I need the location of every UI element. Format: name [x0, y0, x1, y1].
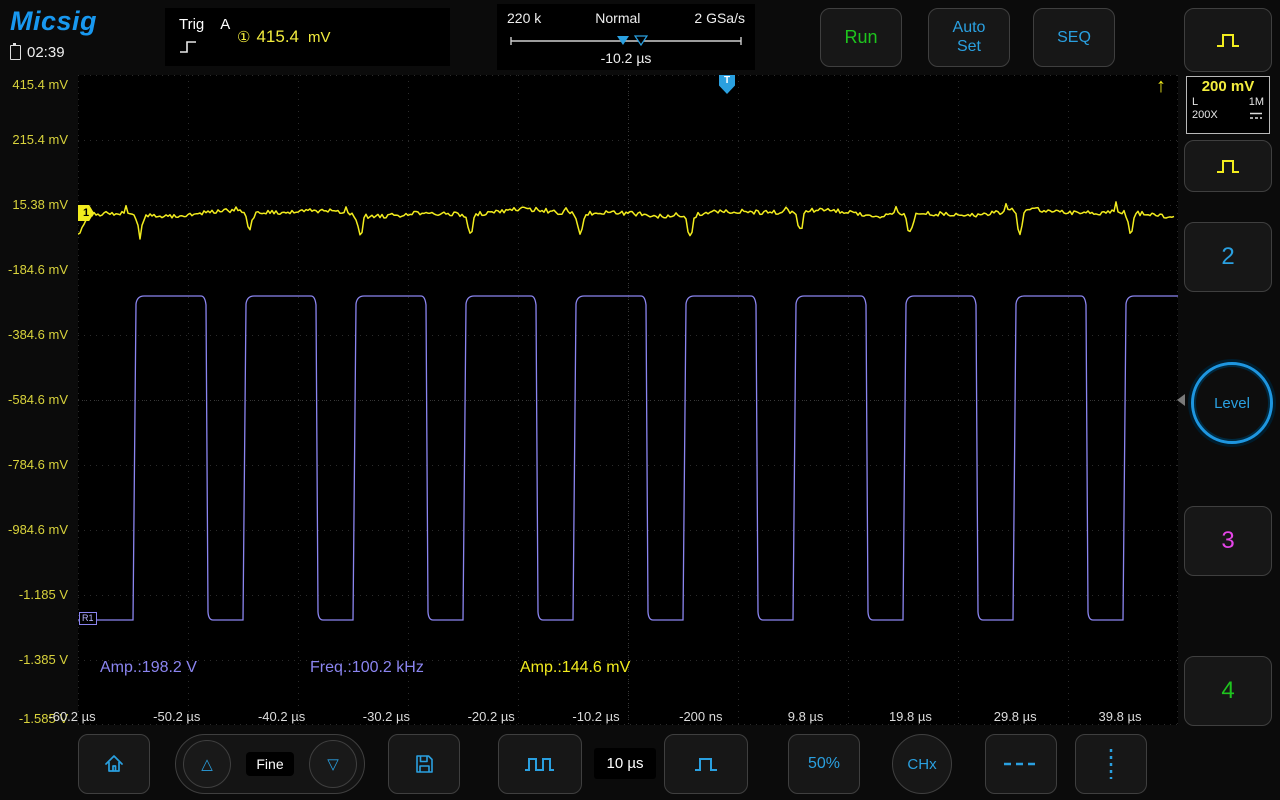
- pulse-icon: [1217, 160, 1239, 173]
- channel-2-label: 2: [1221, 243, 1235, 270]
- autoset-label: Auto Set: [952, 19, 986, 55]
- trig-label: Trig: [179, 16, 205, 33]
- autoset-button[interactable]: Auto Set: [928, 8, 1010, 67]
- trig-level-value: 415.4: [256, 27, 299, 46]
- voltage-axis-label: -584.6 mV: [8, 392, 68, 407]
- run-label: Run: [844, 27, 878, 47]
- timebase-readout: 10 µs: [594, 748, 656, 779]
- trigger-type-button[interactable]: [1184, 8, 1272, 72]
- fifty-percent-label: 50%: [807, 755, 841, 772]
- trigger-mode: Normal: [595, 10, 641, 26]
- dotted-vertical-line-icon: [1109, 749, 1113, 779]
- channel-3-label: 3: [1221, 527, 1235, 554]
- ref-r1-marker[interactable]: R1: [79, 612, 97, 625]
- level-knob-label: Level: [1214, 394, 1250, 412]
- horizontal-position: -10.2 µs: [600, 50, 652, 66]
- run-button[interactable]: Run: [820, 8, 902, 67]
- clock-text: 02:39: [27, 44, 65, 61]
- cursor-vertical-button[interactable]: [1075, 734, 1147, 794]
- ch1-info-box[interactable]: 200 mV L 1M 200X: [1186, 76, 1270, 134]
- seq-label: SEQ: [1057, 28, 1091, 46]
- double-pulse-icon: [525, 758, 554, 771]
- acquisition-row: 220 k Normal 2 GSa/s: [497, 4, 755, 26]
- channel-4-button[interactable]: 4: [1184, 656, 1272, 726]
- sample-rate: 2 GSa/s: [694, 10, 745, 26]
- voltage-axis-label: -184.6 mV: [8, 262, 68, 277]
- voltage-axis: 415.4 mV 215.4 mV 15.38 mV -184.6 mV -384.6 …: [0, 75, 74, 735]
- triangle-down-icon: ▽: [327, 756, 339, 773]
- triangle-up-icon: △: [201, 756, 213, 773]
- offscreen-up-arrow-icon: ↑: [1156, 75, 1166, 97]
- ch1-scale: 200 mV: [1201, 78, 1255, 95]
- channel-2-button[interactable]: 2: [1184, 222, 1272, 292]
- voltage-axis-label: -1.385 V: [18, 652, 68, 667]
- adjust-up-button[interactable]: △: [183, 740, 231, 788]
- home-button[interactable]: [78, 734, 150, 794]
- voltage-axis-label: 15.38 mV: [12, 197, 68, 212]
- trig-channel: A: [220, 16, 231, 33]
- ch1-impedance: 1M: [1248, 96, 1264, 108]
- timebase-zoom-in-button[interactable]: [664, 734, 748, 794]
- trigger-level-readout: ① 415.4 mV: [237, 27, 331, 47]
- voltage-axis-label: 215.4 mV: [12, 132, 68, 147]
- channel-4-label: 4: [1221, 677, 1235, 704]
- ch1-probe: 200X: [1192, 109, 1218, 121]
- seq-button[interactable]: SEQ: [1033, 8, 1115, 67]
- rising-edge-icon: [180, 41, 196, 53]
- voltage-axis-label: -1.185 V: [18, 587, 68, 602]
- trigger-slope-button[interactable]: [1184, 140, 1272, 192]
- single-pulse-icon: [695, 758, 717, 771]
- voltage-axis-label: -1.585 V: [18, 711, 68, 726]
- home-icon: [105, 755, 123, 772]
- brand-logo: Micsig: [10, 6, 98, 36]
- adjust-down-button[interactable]: ▽: [308, 740, 357, 788]
- scope-canvas: [77, 75, 1204, 725]
- dashed-line-icon: [1004, 762, 1038, 766]
- cursor-horizontal-button[interactable]: [985, 734, 1057, 794]
- save-icon: [416, 755, 433, 773]
- chx-label: CHx: [907, 755, 937, 773]
- voltage-axis-label: 415.4 mV: [12, 77, 68, 92]
- timebase-position-bar: [510, 35, 742, 47]
- ch1-coupling: L: [1192, 96, 1199, 108]
- memory-depth: 220 k: [507, 10, 542, 26]
- voltage-axis-label: -984.6 mV: [8, 522, 68, 537]
- trigger-source-row: Trig A: [179, 16, 230, 33]
- waveform-display[interactable]: T 1 R1 ↑ -60.2 µs -50.2 µs -40.2 µs -30.2 µ…: [48, 75, 1204, 725]
- level-knob[interactable]: Level: [1191, 362, 1273, 444]
- oscilloscope-screen: Micsig 02:39 Trig A ① 415.4 mV 220 k Normal…: [0, 0, 1280, 800]
- trig-source-badge: ①: [237, 29, 251, 46]
- voltage-axis-label: -784.6 mV: [8, 457, 68, 472]
- battery-icon: [10, 43, 21, 60]
- save-button[interactable]: [388, 734, 460, 794]
- timebase-zoom-out-button[interactable]: [498, 734, 582, 794]
- knob-pointer-icon: [1177, 394, 1185, 406]
- channel-select-button[interactable]: CHx: [892, 734, 952, 794]
- timebase-status-panel[interactable]: 220 k Normal 2 GSa/s -10.2 µs: [497, 4, 755, 70]
- channel-3-button[interactable]: 3: [1184, 506, 1272, 576]
- dc-coupling-icon: [1250, 112, 1262, 119]
- trig-level-unit: mV: [308, 29, 331, 46]
- fine-mode-toggle[interactable]: Fine: [246, 752, 294, 776]
- trigger-info-panel[interactable]: Trig A ① 415.4 mV: [165, 8, 450, 66]
- status-battery-clock: 02:39: [10, 43, 65, 61]
- adjust-control-group: △ Fine ▽: [175, 734, 365, 794]
- voltage-axis-label: -384.6 mV: [8, 327, 68, 342]
- pulse-icon: [1217, 34, 1239, 47]
- fifty-percent-button[interactable]: 50%: [788, 734, 860, 794]
